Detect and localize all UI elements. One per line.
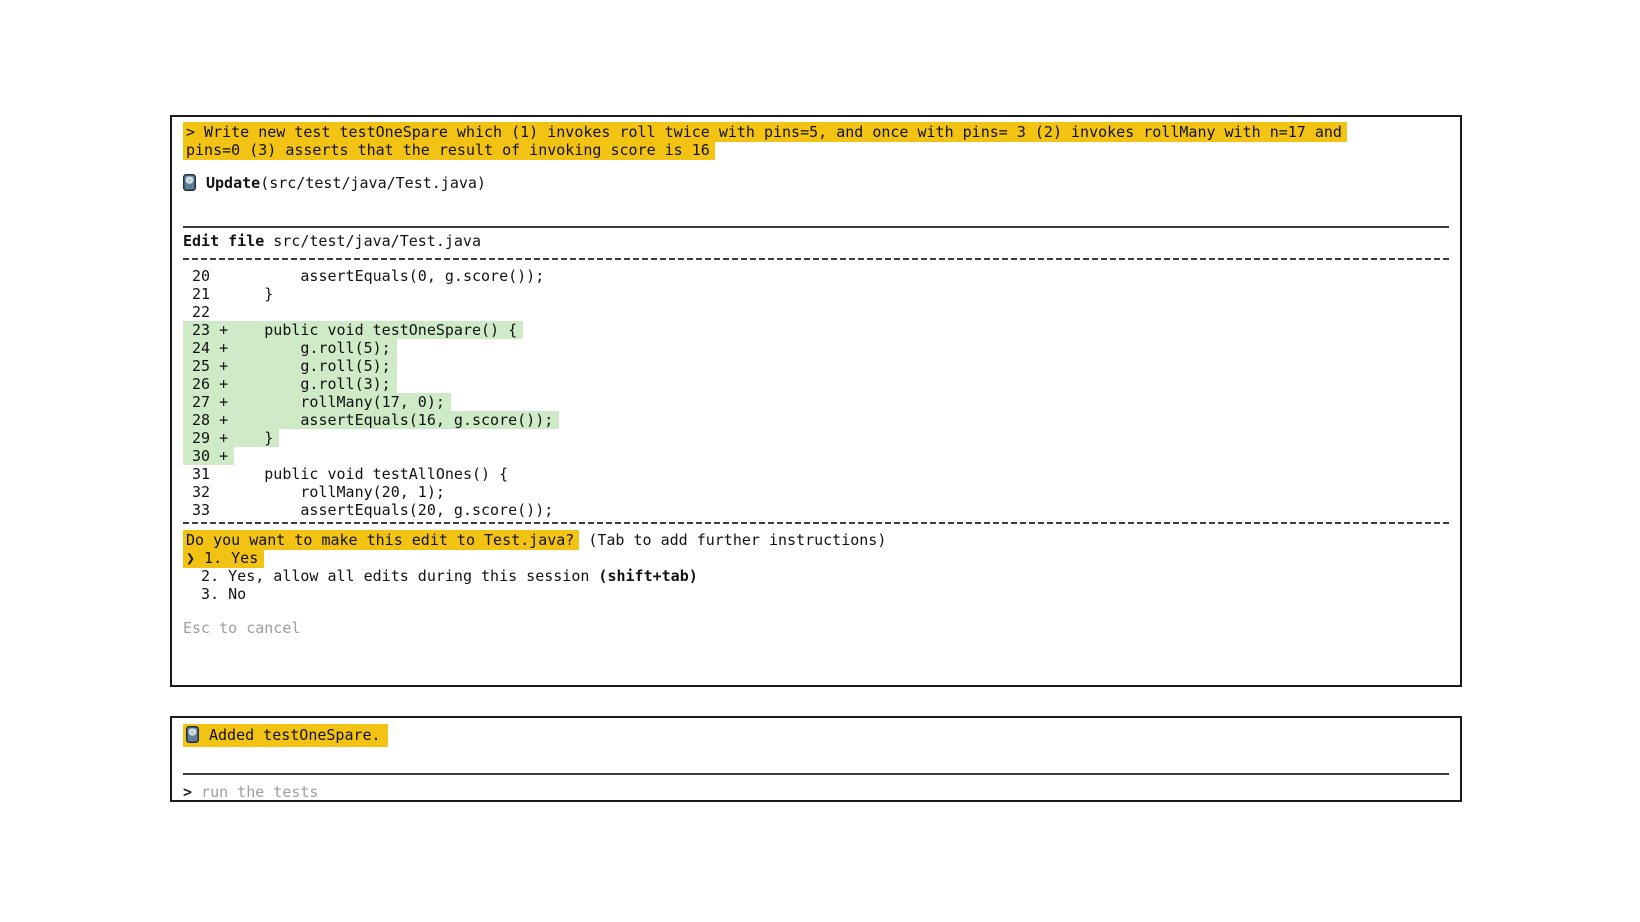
option-yes[interactable]: ❯ 1. Yes	[183, 549, 1449, 567]
diff-line: 32 rollMany(20, 1);	[183, 483, 1449, 501]
edit-header: Edit file src/test/java/Test.java	[183, 231, 1449, 251]
tool-bullet-icon	[186, 726, 199, 749]
confirm-question: Do you want to make this edit to Test.ja…	[183, 530, 579, 550]
result-message: Added testOneSpare.	[209, 726, 381, 744]
input-placeholder: run the tests	[201, 783, 318, 801]
user-prompt: > Write new test testOneSpare which (1) …	[183, 123, 1449, 159]
diff-line-added: 28 + assertEquals(16, g.score());	[183, 411, 1449, 429]
esc-cancel-hint: Esc to cancel	[183, 619, 1449, 637]
user-prompt-line: pins=0 (3) asserts that the result of in…	[183, 140, 715, 160]
confirm-hint: (Tab to add further instructions)	[588, 531, 886, 549]
diff-line: 31 public void testAllOnes() {	[183, 465, 1449, 483]
chat-input[interactable]: > run the tests	[183, 783, 1449, 801]
diff-line-added: 24 + g.roll(5);	[183, 339, 1449, 357]
tool-call-row: Update(src/test/java/Test.java)	[183, 174, 1449, 195]
diff-line-added: 23 + public void testOneSpare() {	[183, 321, 1449, 339]
user-prompt-line: > Write new test testOneSpare which (1) …	[183, 122, 1347, 142]
result-highlight: Added testOneSpare.	[183, 724, 388, 747]
divider-dashed	[183, 522, 1449, 524]
diff-line-added: 30 +	[183, 447, 1449, 465]
diff-line-added: 25 + g.roll(5);	[183, 357, 1449, 375]
tool-bullet-icon	[183, 174, 196, 195]
result-row: Added testOneSpare.	[183, 724, 1449, 749]
tool-name: Update	[206, 174, 260, 192]
tool-target: (src/test/java/Test.java)	[260, 174, 486, 192]
input-prompt-caret: >	[183, 783, 201, 801]
option-yes-all-session[interactable]: 2. Yes, allow all edits during this sess…	[183, 567, 1449, 585]
diff-line: 20 assertEquals(0, g.score());	[183, 267, 1449, 285]
page: { "theme": { "highlight": "#F3C314", "ad…	[0, 0, 1640, 922]
diff-line-added: 29 + }	[183, 429, 1449, 447]
edit-file-path: src/test/java/Test.java	[273, 232, 481, 250]
diff-line-added: 26 + g.roll(3);	[183, 375, 1449, 393]
input-divider	[183, 773, 1449, 775]
option-no[interactable]: 3. No	[183, 585, 1449, 603]
diff-line: 22	[183, 303, 1449, 321]
divider-dashed	[183, 258, 1449, 260]
diff-line: 21 }	[183, 285, 1449, 303]
edit-action-label: Edit file	[183, 232, 264, 250]
divider-solid	[183, 226, 1449, 228]
diff-line: 33 assertEquals(20, g.score());	[183, 501, 1449, 519]
diff-line-added: 27 + rollMany(17, 0);	[183, 393, 1449, 411]
followup-box: Added testOneSpare. > run the tests	[170, 716, 1462, 802]
diff-block: 20 assertEquals(0, g.score()); 21 } 22 2…	[183, 267, 1449, 519]
confirm-question-row: Do you want to make this edit to Test.ja…	[183, 531, 1449, 549]
conversation-box: > Write new test testOneSpare which (1) …	[170, 115, 1462, 687]
